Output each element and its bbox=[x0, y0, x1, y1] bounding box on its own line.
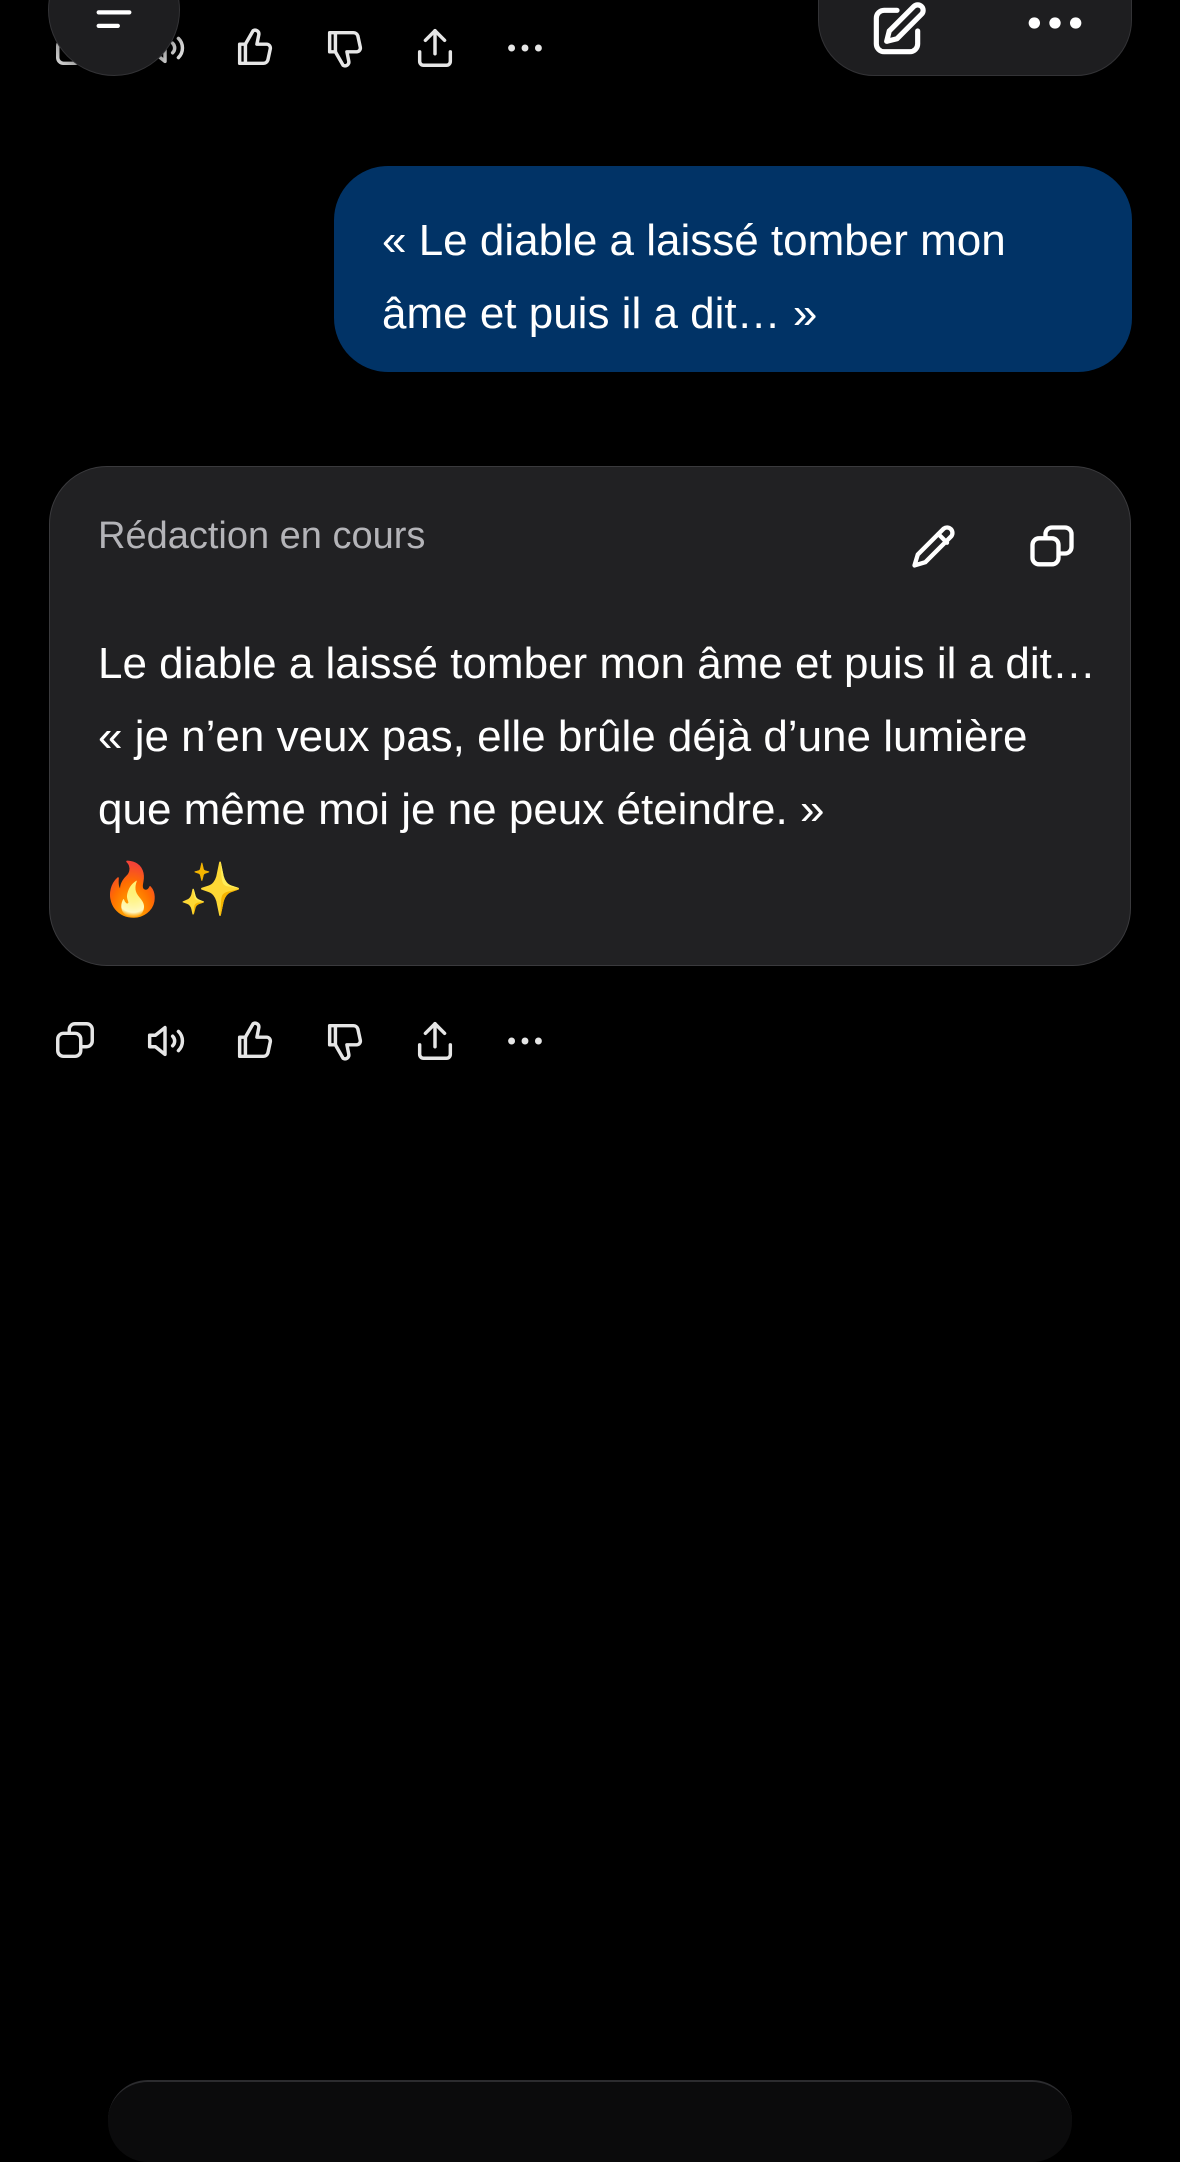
fire-emoji: 🔥 bbox=[100, 861, 165, 919]
more-icon bbox=[508, 44, 542, 52]
header-actions-pill bbox=[818, 0, 1132, 76]
thumbs-up-button[interactable] bbox=[210, 1013, 300, 1069]
speaker-icon bbox=[147, 1025, 185, 1057]
pencil-icon bbox=[912, 525, 955, 568]
sparkles-emoji: ✨ bbox=[178, 861, 244, 919]
more-icon bbox=[1028, 17, 1082, 29]
bottom-message-actions bbox=[30, 1013, 570, 1069]
draft-card: Rédaction en cours Le diable a laissé to… bbox=[49, 466, 1131, 966]
share-icon bbox=[417, 29, 453, 67]
user-message-bubble: « Le diable a laissé tomber mon âme et p… bbox=[334, 166, 1132, 372]
thumbs-down-button[interactable] bbox=[300, 20, 390, 76]
copy-icon bbox=[1030, 525, 1074, 567]
more-actions-button[interactable] bbox=[480, 1013, 570, 1069]
thumbs-down-button[interactable] bbox=[300, 1013, 390, 1069]
share-button[interactable] bbox=[390, 1013, 480, 1069]
thumbs-down-icon bbox=[327, 1023, 363, 1061]
read-aloud-button[interactable] bbox=[120, 1013, 210, 1069]
new-chat-button[interactable] bbox=[859, 0, 935, 69]
draft-body-text: Le diable a laissé tomber mon âme et pui… bbox=[98, 639, 1096, 834]
header-more-button[interactable] bbox=[1015, 0, 1095, 53]
thumbs-up-button[interactable] bbox=[210, 20, 300, 76]
copy-draft-button[interactable] bbox=[1022, 517, 1082, 577]
more-icon bbox=[508, 1037, 542, 1045]
share-icon bbox=[417, 1022, 453, 1060]
share-button[interactable] bbox=[390, 20, 480, 76]
more-actions-button[interactable] bbox=[480, 20, 570, 76]
draft-emoji-row: 🔥 ✨ bbox=[100, 855, 244, 925]
new-chat-icon bbox=[873, 2, 926, 55]
thumbs-up-icon bbox=[237, 1021, 273, 1059]
message-composer[interactable] bbox=[108, 2080, 1072, 2162]
copy-button[interactable] bbox=[30, 1013, 120, 1069]
menu-icon bbox=[96, 10, 132, 28]
copy-icon bbox=[56, 1022, 94, 1059]
draft-header-label: Rédaction en cours bbox=[98, 515, 426, 557]
thumbs-down-icon bbox=[327, 30, 363, 68]
thumbs-up-icon bbox=[237, 28, 273, 66]
edit-draft-button[interactable] bbox=[904, 517, 964, 577]
user-message-text: « Le diable a laissé tomber mon âme et p… bbox=[382, 216, 1006, 338]
